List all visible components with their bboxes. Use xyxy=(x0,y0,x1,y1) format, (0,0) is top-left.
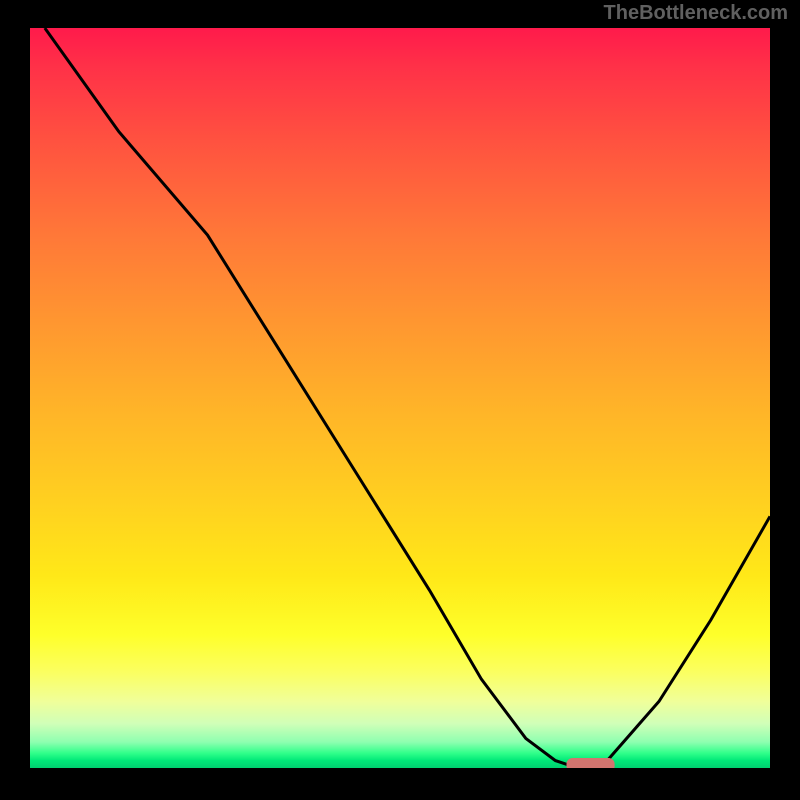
chart-svg xyxy=(30,28,770,768)
plot-area xyxy=(30,28,770,768)
bottleneck-curve xyxy=(45,28,770,768)
optimal-marker xyxy=(567,758,615,768)
watermark-text: TheBottleneck.com xyxy=(604,2,788,25)
